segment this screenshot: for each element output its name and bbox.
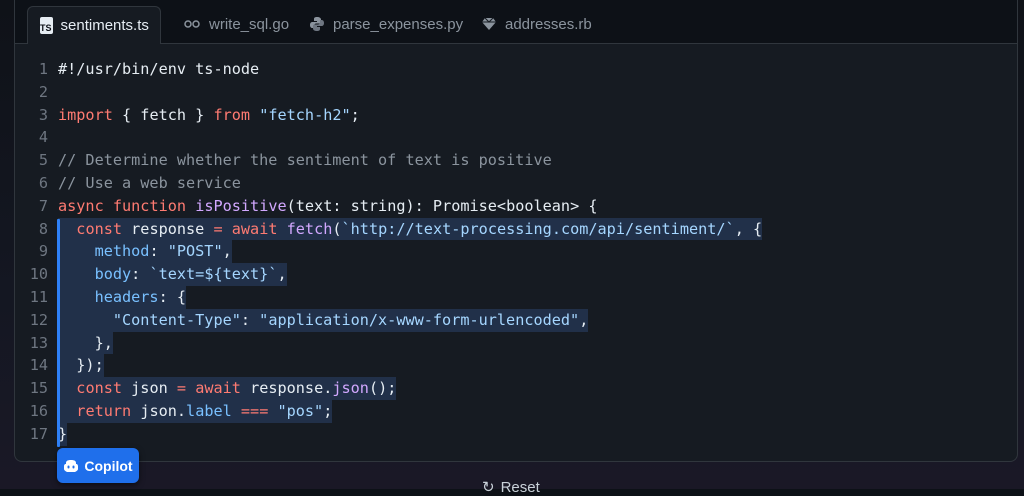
code-line: 8 const response = await fetch(`http://t… bbox=[14, 217, 1024, 241]
copilot-icon bbox=[64, 459, 79, 472]
code-line: 7 async function isPositive(text: string)… bbox=[14, 195, 1024, 218]
line-number: 16 bbox=[29, 401, 48, 420]
go-icon bbox=[184, 20, 200, 28]
tab-parse-expenses-py[interactable]: parse_expenses.py bbox=[297, 6, 475, 42]
code-line: 12 "Content-Type": "application/x-www-fo… bbox=[14, 308, 1024, 332]
line-number: 17 bbox=[29, 424, 48, 443]
selection-gutter-marker bbox=[57, 219, 60, 447]
tab-sentiments-ts[interactable]: TS sentiments.ts bbox=[27, 6, 161, 44]
code-line: 4 bbox=[14, 126, 1024, 149]
line-number: 8 bbox=[38, 219, 48, 238]
code-line: 3 import { fetch } from "fetch-h2"; bbox=[14, 104, 1024, 127]
line-number: 14 bbox=[29, 356, 48, 375]
line-number: 1 bbox=[38, 60, 48, 78]
file-tab-bar: TS sentiments.ts write_sql.go parse_expe… bbox=[15, 0, 1017, 44]
tab-label: write_sql.go bbox=[209, 15, 290, 33]
line-number: 2 bbox=[38, 82, 48, 101]
code-line: 15 const json = await response.json(); bbox=[14, 377, 1024, 400]
tab-write-sql-go[interactable]: write_sql.go bbox=[171, 6, 301, 42]
code-line: 5// Determine whether the sentiment of t… bbox=[14, 149, 1024, 172]
copilot-label: Copilot bbox=[84, 457, 133, 474]
line-number: 5 bbox=[38, 151, 48, 170]
copilot-button[interactable]: Copilot bbox=[57, 448, 139, 483]
code-line: 11 headers: { bbox=[14, 285, 1024, 309]
tab-label: addresses.rb bbox=[505, 15, 592, 33]
code-line: 13 }, bbox=[14, 331, 1024, 355]
line-number: 6 bbox=[38, 173, 48, 192]
code-line: 6// Use a web service bbox=[14, 172, 1024, 195]
code-line: 16 return json.label === "pos"; bbox=[14, 399, 1024, 423]
code-line: 1 #!/usr/bin/env ts-node bbox=[14, 58, 1024, 81]
code-area[interactable]: 1 #!/usr/bin/env ts-node 2 3 import { fetc… bbox=[14, 58, 1024, 446]
line-number: 15 bbox=[29, 379, 48, 398]
typescript-icon: TS bbox=[40, 17, 53, 34]
code-line: 2 bbox=[14, 81, 1024, 104]
line-number: 9 bbox=[38, 242, 48, 261]
python-icon bbox=[310, 17, 324, 31]
line-number: 4 bbox=[38, 128, 48, 147]
tab-label: sentiments.ts bbox=[60, 17, 149, 34]
line-number: 11 bbox=[29, 287, 48, 306]
line-number: 10 bbox=[29, 265, 48, 284]
line-number: 12 bbox=[29, 310, 48, 329]
code-line: 9 method: "POST", bbox=[14, 240, 1024, 264]
code-line: 17} bbox=[14, 422, 1024, 446]
code-line: 10 body: `text=${text}`, bbox=[14, 263, 1024, 286]
tab-addresses-rb[interactable]: addresses.rb bbox=[469, 6, 604, 42]
line-number: 3 bbox=[38, 105, 48, 124]
code-line: 14 }); bbox=[14, 354, 1024, 378]
line-number: 7 bbox=[38, 196, 48, 215]
reset-icon: ↻ bbox=[482, 479, 495, 496]
reset-label: Reset bbox=[500, 478, 540, 496]
ruby-icon bbox=[482, 17, 496, 30]
line-number: 13 bbox=[29, 333, 48, 352]
reset-button[interactable]: ↻ Reset bbox=[482, 478, 540, 496]
tab-label: parse_expenses.py bbox=[333, 15, 464, 33]
